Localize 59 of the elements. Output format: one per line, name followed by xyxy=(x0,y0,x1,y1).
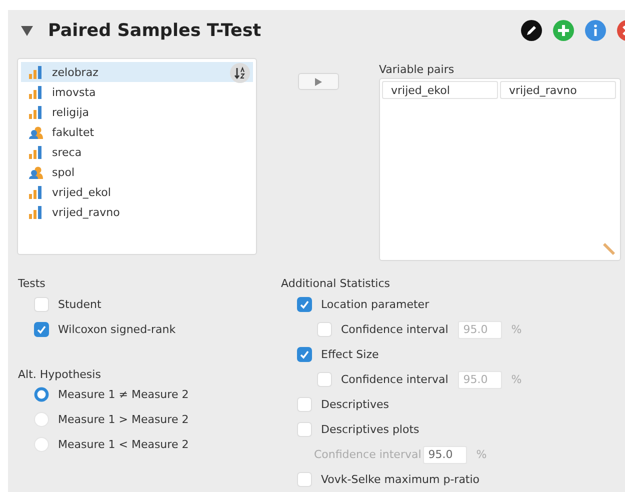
sort-icon[interactable] xyxy=(230,63,250,83)
variable-item[interactable]: vrijed_ekol xyxy=(21,182,253,202)
play-arrow-icon xyxy=(314,78,322,86)
option-label: Confidence interval xyxy=(341,322,448,336)
pair-cell[interactable]: vrijed_ravno xyxy=(500,81,616,99)
checkbox[interactable] xyxy=(317,372,332,387)
option-label: Measure 1 ≠ Measure 2 xyxy=(58,388,189,402)
option-label: Descriptives plots xyxy=(321,422,420,436)
bar-chart-icon xyxy=(29,206,43,218)
option-label: Confidence interval xyxy=(314,448,422,462)
variable-item[interactable]: sreca xyxy=(21,142,253,162)
info-icon[interactable] xyxy=(585,20,606,41)
checked-checkbox[interactable] xyxy=(34,322,49,337)
unit-label: % xyxy=(476,448,487,461)
checkbox[interactable] xyxy=(34,297,49,312)
checkbox[interactable] xyxy=(297,472,312,487)
checkbox[interactable] xyxy=(297,422,312,437)
option-label: Confidence interval xyxy=(341,372,448,386)
option-label: Location parameter xyxy=(321,298,430,312)
variable-item[interactable]: zelobraz xyxy=(21,62,253,82)
radio-button[interactable] xyxy=(34,412,49,427)
people-icon xyxy=(29,166,43,178)
variable-item[interactable]: spol xyxy=(21,162,253,182)
section-label: Alt. Hypothesis xyxy=(18,368,102,381)
section-label: Tests xyxy=(18,277,46,290)
radio-button[interactable] xyxy=(34,437,49,452)
eraser-icon xyxy=(601,241,617,257)
bar-chart-icon xyxy=(29,106,43,118)
move-button[interactable] xyxy=(298,73,338,90)
panel-title: Paired Samples T-Test xyxy=(48,20,262,40)
checked-checkbox[interactable] xyxy=(297,347,312,362)
collapse-triangle-icon[interactable] xyxy=(21,25,33,37)
checkbox[interactable] xyxy=(317,322,332,337)
option-label: Descriptives xyxy=(321,398,389,412)
option-label: Vovk-Selke maximum p-ratio xyxy=(321,472,480,486)
option-label: Measure 1 > Measure 2 xyxy=(58,412,189,426)
pencil-icon[interactable] xyxy=(521,20,542,41)
bar-chart-icon xyxy=(29,86,43,98)
unit-label: % xyxy=(511,373,522,386)
checkbox[interactable] xyxy=(297,397,312,412)
option-label: Measure 1 < Measure 2 xyxy=(58,438,189,452)
unit-label: % xyxy=(511,323,522,336)
option-label: Wilcoxon signed-rank xyxy=(58,322,176,336)
variable-item[interactable]: imovsta xyxy=(21,82,253,102)
people-icon xyxy=(29,126,43,138)
pair-cell[interactable]: vrijed_ekol xyxy=(382,81,498,99)
variable-item[interactable]: fakultet xyxy=(21,122,253,142)
bar-chart-icon xyxy=(29,66,43,78)
section-label: Variable pairs xyxy=(379,63,456,76)
selected-radio-button[interactable] xyxy=(34,387,49,402)
bar-chart-icon xyxy=(29,186,43,198)
bar-chart-icon xyxy=(29,146,43,158)
plus-icon[interactable] xyxy=(553,20,574,41)
variable-item[interactable]: vrijed_ravno xyxy=(21,202,253,222)
checked-checkbox[interactable] xyxy=(297,297,312,312)
option-label: Effect Size xyxy=(321,348,379,362)
option-label: Student xyxy=(58,298,102,312)
section-label: Additional Statistics xyxy=(281,277,392,290)
variable-item[interactable]: religija xyxy=(21,102,253,122)
